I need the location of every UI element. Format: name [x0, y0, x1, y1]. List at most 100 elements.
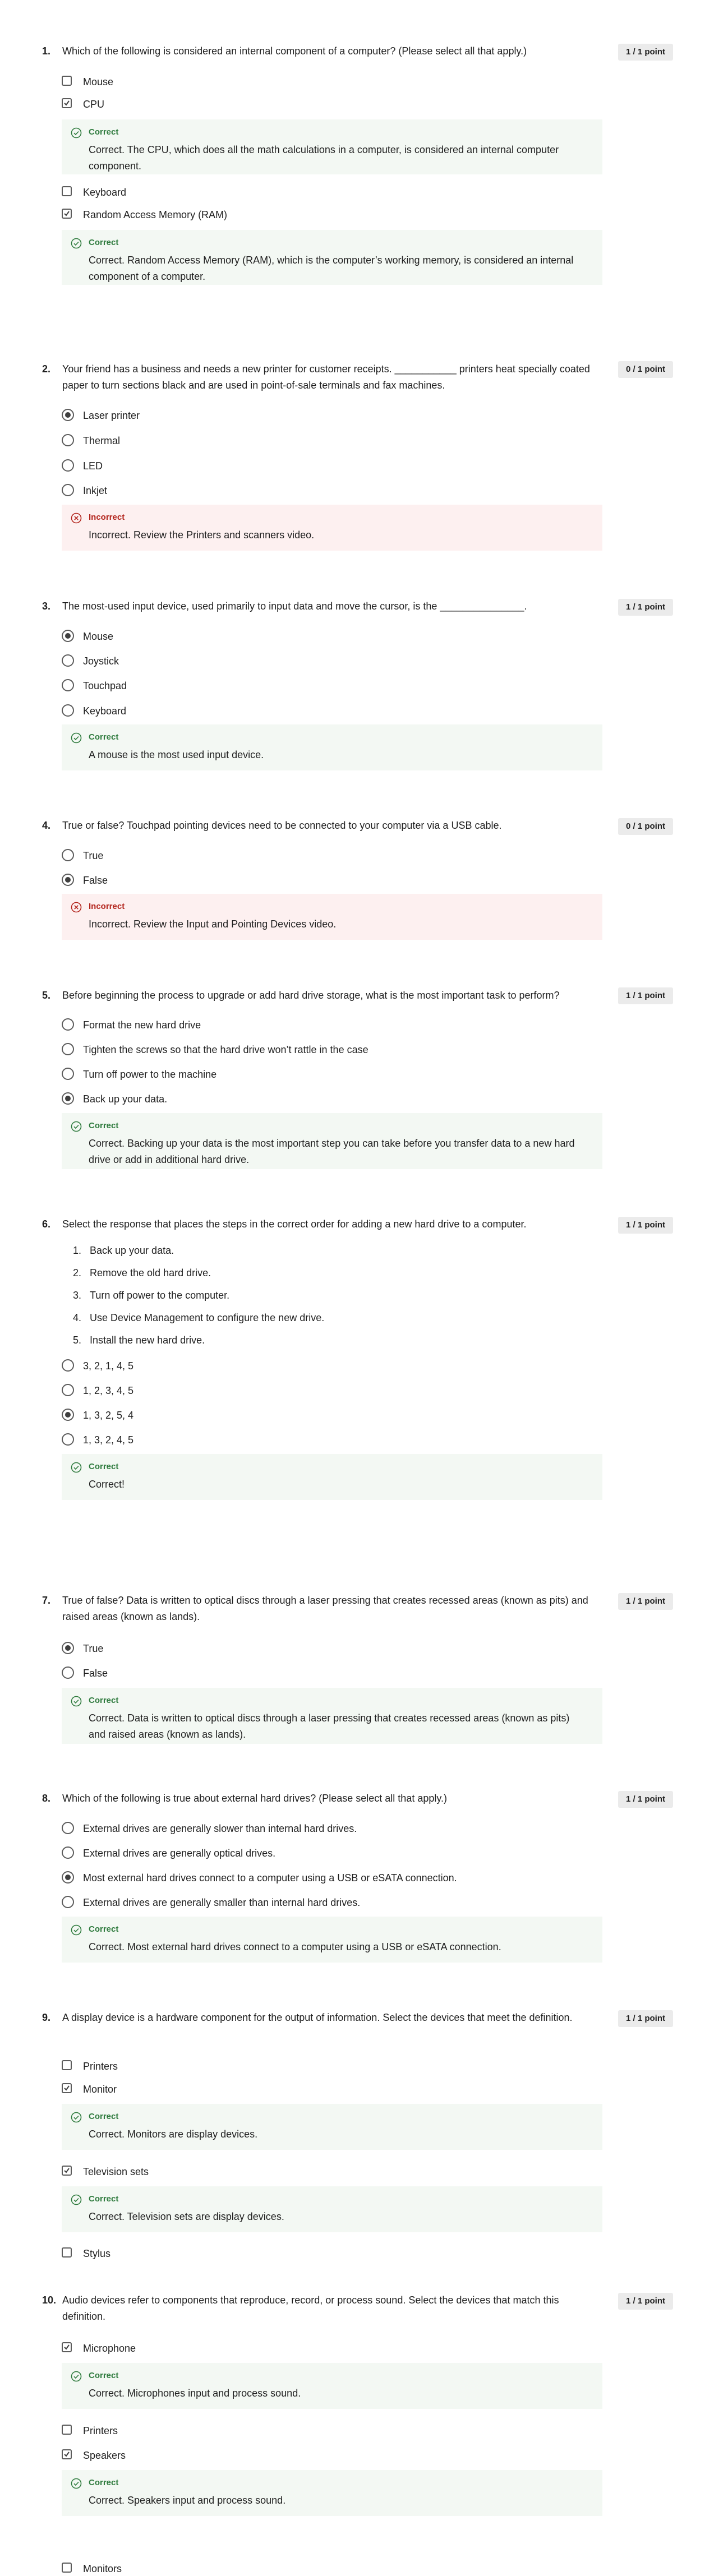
check-circle-icon [71, 2478, 82, 2489]
radio-unselected[interactable] [62, 1384, 74, 1396]
radio-unselected[interactable] [62, 704, 74, 717]
radio-unselected[interactable] [62, 1433, 74, 1446]
option-label: Monitors [83, 2563, 122, 2574]
checkmark-icon [64, 100, 70, 106]
checkbox-unchecked[interactable] [62, 186, 72, 196]
step-number: 1. [73, 1245, 82, 1256]
step-number: 3. [73, 1290, 82, 1301]
option-label: Mouse [83, 631, 114, 642]
radio-unselected[interactable] [62, 1068, 74, 1080]
option-label: Touchpad [83, 680, 127, 691]
question-text: True or false? Touchpad pointing devices… [62, 820, 502, 831]
feedback-message: Correct. Monitors are display devices. [89, 2129, 258, 2140]
feedback-title: Correct [89, 732, 119, 742]
check-circle-icon [71, 1924, 82, 1936]
checkbox-unchecked[interactable] [62, 2425, 72, 2435]
feedback-correct: Correct Correct. Television sets are dis… [62, 2186, 602, 2232]
option-label: CPU [83, 99, 105, 110]
question-text: True of false? Data is written to optica… [62, 1595, 588, 1622]
option-label: Random Access Memory (RAM) [83, 209, 228, 220]
option-label: 1, 2, 3, 4, 5 [83, 1385, 134, 1396]
option-label: Format the new hard drive [83, 1019, 201, 1031]
feedback-correct: Correct Correct. Speakers input and proc… [62, 2470, 602, 2516]
feedback-title: Correct [89, 2478, 119, 2487]
radio-selected[interactable] [62, 1409, 74, 1421]
feedback-correct: Correct Correct. The CPU, which does all… [62, 119, 602, 174]
question-text: Select the response that places the step… [62, 1218, 527, 1230]
radio-selected[interactable] [62, 409, 74, 421]
option-label: Television sets [83, 2166, 149, 2177]
step-text: Install the new hard drive. [90, 1335, 205, 1346]
radio-unselected[interactable] [62, 1896, 74, 1908]
checkbox-checked[interactable] [62, 209, 72, 219]
option-label: 3, 2, 1, 4, 5 [83, 1360, 134, 1372]
feedback-title: Correct [89, 1462, 119, 1471]
radio-unselected[interactable] [62, 1822, 74, 1834]
feedback-correct: Correct Correct. Most external hard driv… [62, 1917, 602, 1963]
quiz-container: 1. Which of the following is considered … [0, 0, 714, 2574]
question-text: Before beginning the process to upgrade … [62, 990, 560, 1001]
radio-selected[interactable] [62, 630, 74, 642]
score-badge: 1 / 1 point [618, 2293, 673, 2310]
question-number: 8. [42, 1793, 51, 1804]
question-text: Which of the following is considered an … [62, 45, 527, 57]
option-label: False [83, 875, 108, 886]
check-circle-icon [71, 2371, 82, 2382]
checkbox-unchecked[interactable] [62, 76, 72, 86]
checkbox-checked[interactable] [62, 2342, 72, 2352]
checkmark-icon [64, 2452, 70, 2457]
step-number: 2. [73, 1267, 82, 1278]
radio-unselected[interactable] [62, 1043, 74, 1055]
score-badge: 0 / 1 point [618, 361, 673, 378]
step-text: Remove the old hard drive. [90, 1267, 211, 1278]
option-label: True [83, 1643, 104, 1654]
radio-unselected[interactable] [62, 459, 74, 472]
radio-selected[interactable] [62, 874, 74, 886]
feedback-title: Incorrect [89, 902, 125, 911]
radio-unselected[interactable] [62, 849, 74, 861]
check-circle-icon [71, 2194, 82, 2205]
checkbox-unchecked[interactable] [62, 2563, 72, 2573]
checkbox-checked[interactable] [62, 2449, 72, 2459]
checkbox-checked[interactable] [62, 2083, 72, 2093]
radio-unselected[interactable] [62, 484, 74, 496]
option-label: Keyboard [83, 187, 127, 198]
check-circle-icon [71, 732, 82, 744]
check-circle-icon [71, 1121, 82, 1132]
feedback-correct: Correct Correct. Backing up your data is… [62, 1113, 602, 1169]
feedback-message: Correct. Random Access Memory (RAM), whi… [89, 255, 574, 282]
question-number: 1. [42, 45, 51, 57]
option-label: Stylus [83, 2248, 111, 2259]
score-badge: 0 / 1 point [618, 818, 673, 835]
check-circle-icon [71, 238, 82, 249]
list-item: 1. Back up your data. [73, 1239, 466, 1262]
feedback-title: Correct [89, 2371, 119, 2380]
radio-unselected[interactable] [62, 1666, 74, 1679]
option-label: Turn off power to the machine [83, 1069, 217, 1080]
feedback-message: Incorrect. Review the Printers and scann… [89, 529, 315, 541]
feedback-message: Correct. Backing up your data is the mos… [89, 1138, 575, 1165]
radio-selected[interactable] [62, 1642, 74, 1654]
ordered-steps-list: 1. Back up your data. 2. Remove the old ha… [73, 1239, 466, 1351]
option-label: Most external hard drives connect to a c… [83, 1872, 457, 1883]
checkbox-unchecked[interactable] [62, 2247, 72, 2258]
radio-unselected[interactable] [62, 1359, 74, 1372]
radio-unselected[interactable] [62, 679, 74, 691]
radio-unselected[interactable] [62, 1018, 74, 1031]
radio-selected[interactable] [62, 1871, 74, 1883]
radio-unselected[interactable] [62, 1846, 74, 1859]
checkbox-checked[interactable] [62, 98, 72, 108]
checkbox-unchecked[interactable] [62, 2060, 72, 2070]
radio-selected[interactable] [62, 1092, 74, 1105]
feedback-title: Correct [89, 127, 119, 137]
checkbox-checked[interactable] [62, 2166, 72, 2176]
check-circle-icon [71, 1696, 82, 1707]
radio-unselected[interactable] [62, 654, 74, 667]
score-badge: 1 / 1 point [618, 1791, 673, 1808]
feedback-message: Incorrect. Review the Input and Pointing… [89, 918, 337, 930]
question-number: 7. [42, 1595, 51, 1606]
feedback-message: Correct. Most external hard drives conne… [89, 1941, 501, 1952]
radio-unselected[interactable] [62, 434, 74, 446]
option-label: Tighten the screws so that the hard driv… [83, 1044, 368, 1055]
question-text: Which of the following is true about ext… [62, 1793, 448, 1804]
